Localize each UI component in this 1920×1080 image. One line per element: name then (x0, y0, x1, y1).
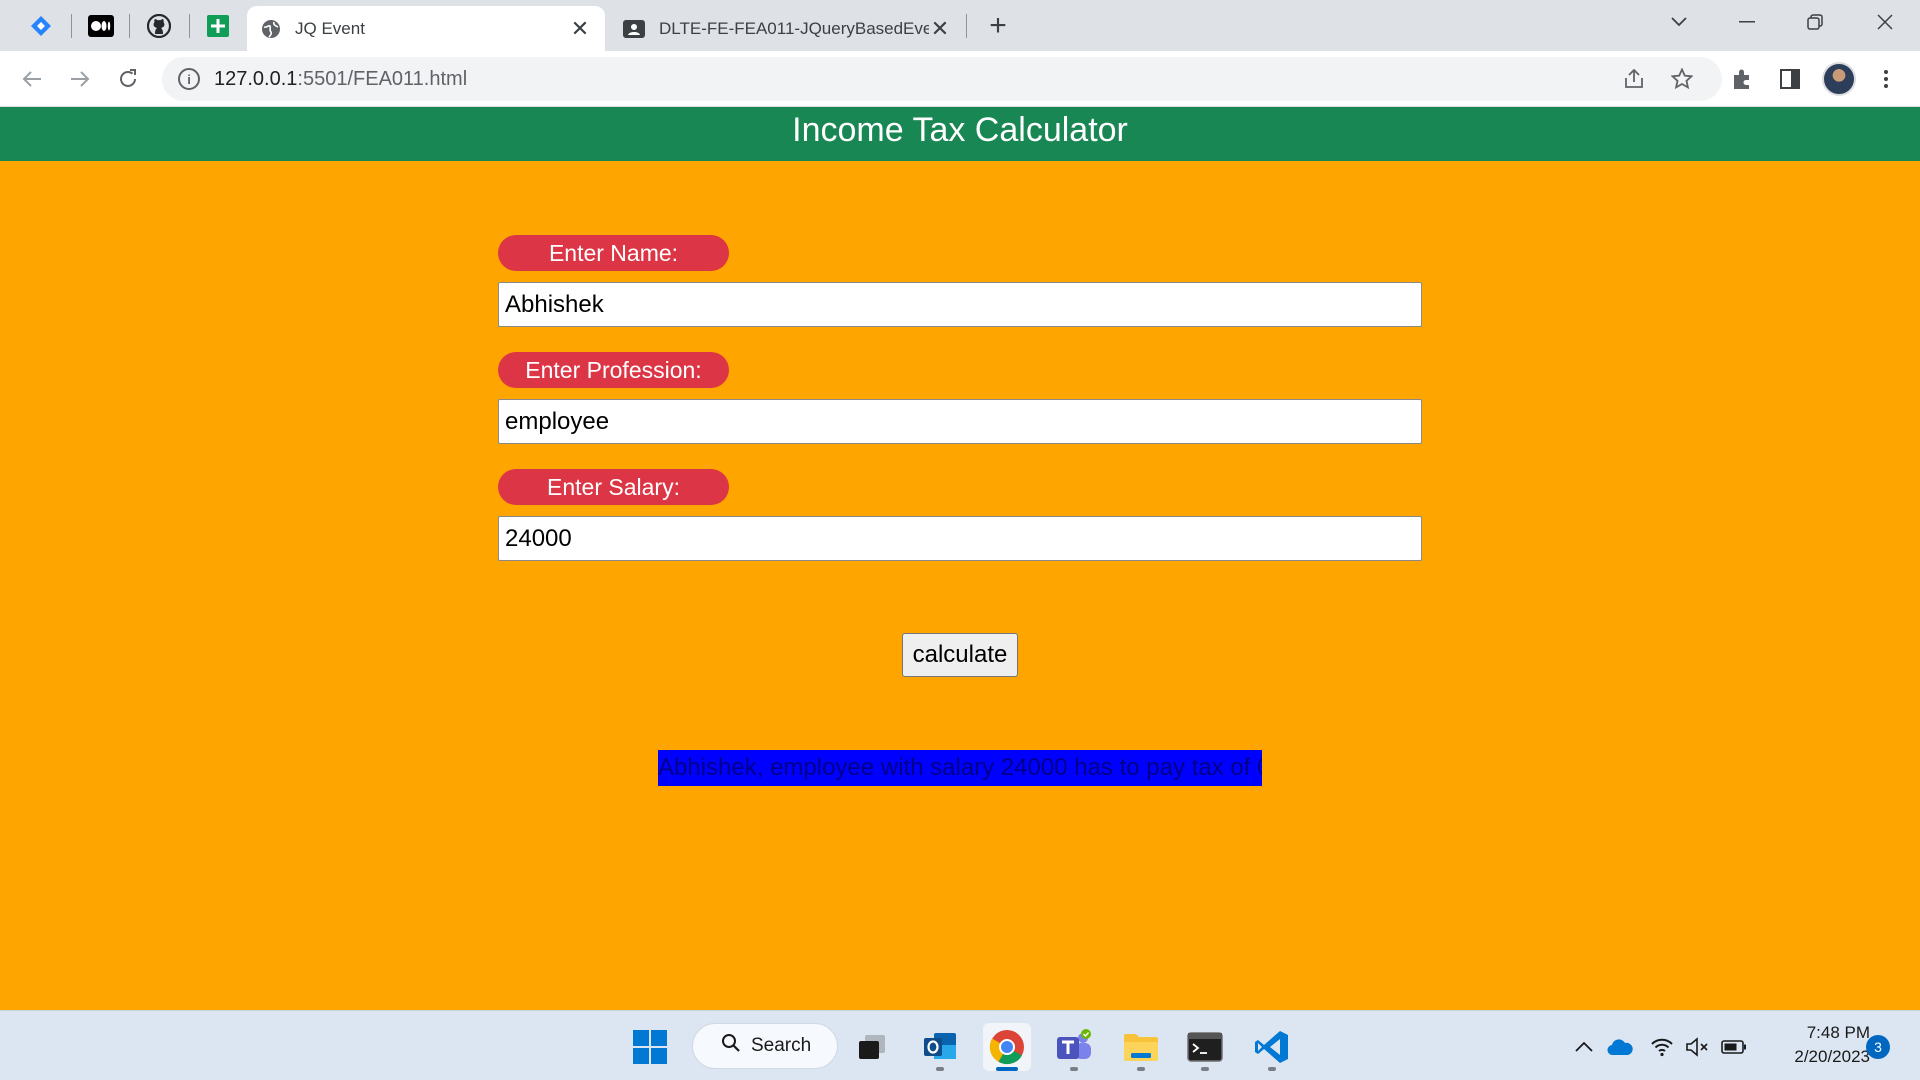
file-explorer-icon (1124, 1034, 1158, 1061)
tab-separator (189, 14, 190, 38)
new-tab-button[interactable]: + (980, 9, 1016, 43)
sheets-icon (207, 15, 229, 37)
forward-button[interactable] (62, 61, 98, 97)
close-tab-icon[interactable]: ✕ (569, 16, 591, 41)
profile-avatar[interactable] (1822, 62, 1856, 96)
pinned-tab-sheets[interactable] (196, 8, 240, 44)
github-icon (147, 14, 171, 38)
extensions-icon[interactable] (1724, 61, 1760, 97)
pinned-tab-medium[interactable] (79, 8, 123, 44)
terminal-icon (1187, 1032, 1223, 1062)
pinned-tab-jira[interactable] (19, 8, 63, 44)
running-indicator (1070, 1067, 1078, 1071)
vscode-app[interactable] (1248, 1023, 1296, 1071)
salary-input[interactable]: 24000 (498, 516, 1422, 561)
task-view-icon (859, 1035, 885, 1059)
name-label: Enter Name: (498, 235, 729, 271)
profession-label: Enter Profession: (498, 352, 729, 388)
address-bar[interactable]: i 127.0.0.1:5501/FEA011.html (162, 57, 1722, 101)
task-view-button[interactable] (848, 1023, 896, 1071)
url-text: 127.0.0.1:5501/FEA011.html (214, 68, 467, 91)
tab-dlte-fe[interactable]: DLTE-FE-FEA011-JQueryBasedEve ✕ (609, 6, 965, 51)
outlook-app[interactable] (916, 1023, 964, 1071)
contact-card-icon (623, 19, 645, 38)
running-indicator (936, 1067, 944, 1071)
volume-muted-icon[interactable] (1684, 1033, 1712, 1061)
close-tab-icon[interactable]: ✕ (929, 16, 951, 41)
reload-icon (120, 69, 136, 87)
windows-start-icon (633, 1030, 667, 1064)
globe-icon (262, 19, 280, 38)
onedrive-icon[interactable] (1606, 1033, 1634, 1061)
reload-button[interactable] (110, 61, 146, 97)
calculate-button[interactable]: calculate (902, 633, 1018, 677)
page-body: Income Tax Calculator Enter Name: Abhish… (0, 107, 1920, 1010)
running-indicator (1201, 1067, 1209, 1071)
teams-icon (1057, 1029, 1091, 1059)
clock-time: 7:48 PM (1806, 1023, 1870, 1042)
tab-separator (71, 14, 72, 38)
restore-button[interactable] (1792, 4, 1838, 40)
arrow-right-icon (71, 71, 90, 87)
back-button[interactable] (14, 61, 50, 97)
salary-label: Enter Salary: (498, 469, 729, 505)
chrome-app[interactable] (983, 1023, 1031, 1071)
taskbar-search[interactable]: Search (692, 1023, 838, 1069)
tab-strip: JQ Event ✕ DLTE-FE-FEA011-JQueryBasedEve… (0, 0, 1920, 51)
tab-separator (129, 14, 130, 38)
page-title: Income Tax Calculator (0, 107, 1920, 161)
minimize-button[interactable] (1724, 4, 1770, 40)
side-panel-icon[interactable] (1772, 61, 1808, 97)
vscode-icon (1255, 1031, 1288, 1063)
battery-icon[interactable] (1720, 1033, 1748, 1061)
outlook-icon (924, 1033, 956, 1059)
medium-icon (88, 15, 114, 37)
tab-title: DLTE-FE-FEA011-JQueryBasedEve (659, 18, 929, 38)
terminal-app[interactable] (1181, 1023, 1229, 1071)
arrow-left-icon (22, 71, 41, 87)
search-icon (721, 1033, 741, 1059)
more-menu-icon[interactable] (1868, 61, 1904, 97)
share-icon[interactable] (1618, 67, 1650, 91)
tab-jq-event[interactable]: JQ Event ✕ (247, 6, 605, 51)
system-clock[interactable]: 7:48 PM 2/20/2023 (1760, 1021, 1870, 1069)
windows-taskbar: Search 7:48 PM 2/20/2023 3 (0, 1010, 1920, 1080)
active-indicator (996, 1067, 1018, 1071)
pinned-tab-github[interactable] (137, 8, 181, 44)
profession-input[interactable]: employee (498, 399, 1422, 444)
name-input[interactable]: Abhishek (498, 282, 1422, 327)
file-explorer-app[interactable] (1117, 1023, 1165, 1071)
tab-separator (966, 14, 967, 38)
url-host: 127.0.0.1 (214, 67, 298, 90)
browser-toolbar: i 127.0.0.1:5501/FEA011.html (0, 51, 1920, 107)
start-button[interactable] (626, 1023, 674, 1071)
tax-result-output: Abhishek, employee with salary 24000 has… (658, 750, 1262, 786)
bookmark-star-icon[interactable] (1666, 67, 1698, 91)
url-path: :5501/FEA011.html (297, 67, 468, 90)
tab-title: JQ Event (295, 18, 365, 38)
site-info-icon[interactable]: i (178, 68, 200, 90)
teams-app[interactable] (1050, 1023, 1098, 1071)
close-window-button[interactable] (1862, 4, 1908, 40)
tab-search-icon[interactable] (1656, 4, 1702, 40)
chrome-icon (989, 1030, 1024, 1065)
wifi-icon[interactable] (1648, 1033, 1676, 1061)
search-label: Search (751, 1035, 812, 1056)
running-indicator (1137, 1067, 1145, 1071)
jira-icon (31, 16, 51, 36)
clock-date: 2/20/2023 (1794, 1047, 1870, 1066)
show-hidden-icons-icon[interactable] (1570, 1033, 1598, 1061)
running-indicator (1268, 1067, 1276, 1071)
notification-badge[interactable]: 3 (1866, 1035, 1890, 1059)
